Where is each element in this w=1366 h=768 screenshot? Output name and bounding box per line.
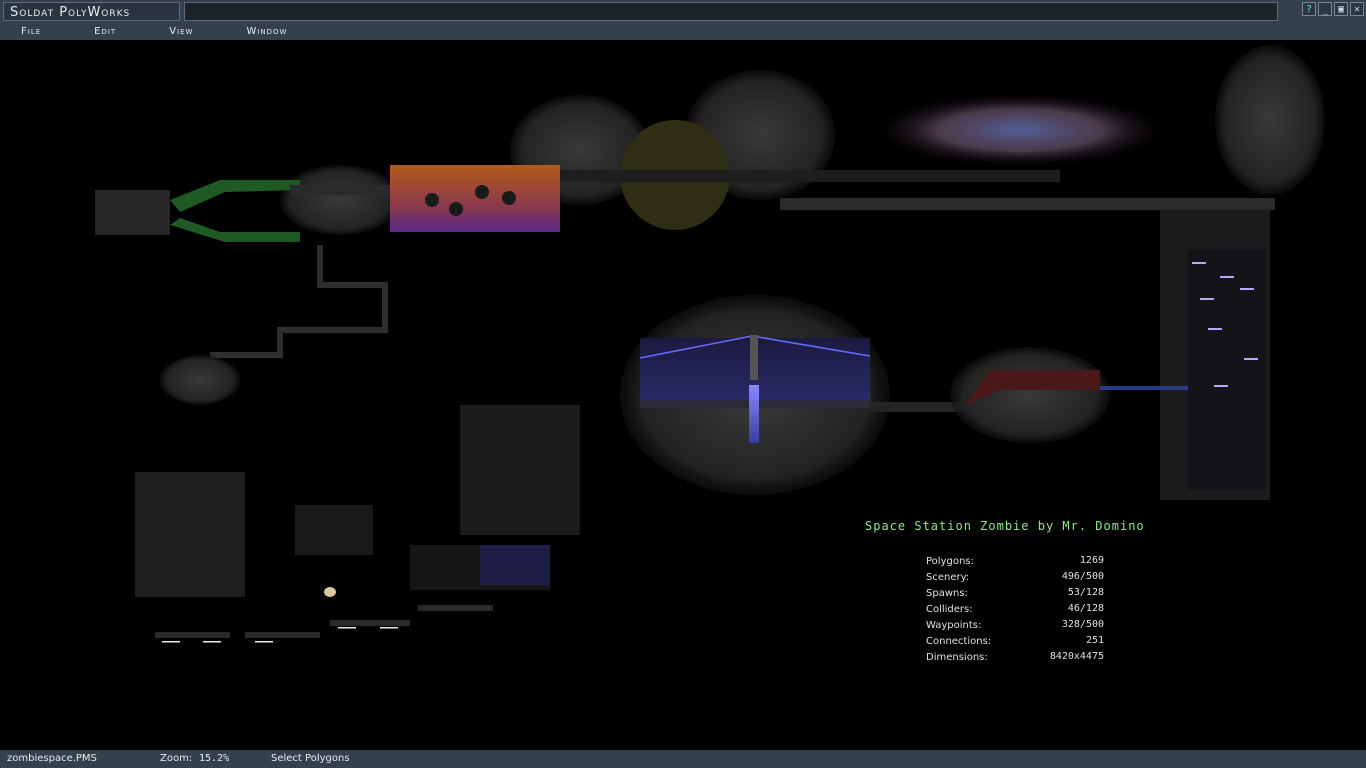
hanging-bomb <box>449 202 463 216</box>
hall-pillar <box>750 335 758 380</box>
pad-light <box>162 641 180 643</box>
map-title: Space Station Zombie by Mr. Domino <box>865 519 1145 533</box>
pad-light <box>255 641 273 643</box>
stat-row: Polygons: 1269 <box>926 554 1106 570</box>
stat-value: 251 <box>1085 635 1104 646</box>
ship-hull <box>95 190 170 235</box>
stat-row: Dimensions: 8420x4475 <box>926 650 1106 666</box>
hanging-bomb <box>475 185 489 199</box>
tower-shaft <box>1188 250 1266 490</box>
blue-pool <box>480 545 550 585</box>
landing-pad <box>155 632 230 638</box>
landing-pad <box>418 605 493 611</box>
corridor <box>290 185 390 195</box>
tower-light <box>1244 358 1258 360</box>
stat-value: 53/128 <box>1067 587 1104 598</box>
menu-window[interactable]: Window <box>246 24 287 40</box>
close-icon[interactable]: ✕ <box>1350 2 1364 16</box>
menu-edit[interactable]: Edit <box>94 24 116 40</box>
stat-row: Scenery: 496/500 <box>926 570 1106 586</box>
tower-light <box>1208 328 1222 330</box>
landing-pad <box>245 632 320 638</box>
stat-label: Polygons: <box>926 556 974 567</box>
status-file-name: zombiespace.PMS <box>7 753 97 764</box>
help-icon[interactable]: ? <box>1302 2 1316 16</box>
blue-pipe <box>1100 386 1188 390</box>
menu-view[interactable]: View <box>169 24 193 40</box>
stat-label: Scenery: <box>926 572 970 583</box>
rock-pod <box>160 355 240 405</box>
rock-mass <box>1215 45 1325 195</box>
stat-value: 1269 <box>1079 555 1104 566</box>
stat-value: 8420x4475 <box>1049 651 1104 662</box>
tower-light <box>1214 385 1228 387</box>
title-bar: Soldat PolyWorks ? _ ▣ ✕ <box>0 0 1366 24</box>
app-title: Soldat PolyWorks <box>3 2 180 21</box>
status-zoom-label: Zoom: <box>160 753 193 764</box>
capsule-wall <box>135 472 245 597</box>
pad-light <box>338 627 356 629</box>
menu-file[interactable]: File <box>21 24 41 40</box>
tower-light <box>1192 262 1206 264</box>
energy-beam <box>749 385 759 443</box>
status-bar: zombiespace.PMS Zoom: 15.2% Select Polyg… <box>0 750 1366 768</box>
stat-value: 496/500 <box>1061 571 1104 582</box>
map-viewport[interactable]: Space Station Zombie by Mr. Domino Polyg… <box>0 40 1366 750</box>
status-zoom-value: 15.2% <box>199 753 230 764</box>
stat-row: Colliders: 46/128 <box>926 602 1106 618</box>
rock-mass <box>280 165 400 235</box>
stat-value: 46/128 <box>1067 603 1104 614</box>
minimize-icon[interactable]: _ <box>1318 2 1332 16</box>
landing-pad <box>330 620 410 626</box>
orange-room <box>390 165 560 232</box>
corridor <box>560 170 1060 182</box>
lower-room <box>295 505 373 555</box>
nebula-cloud <box>870 92 1170 168</box>
hanging-bomb <box>502 191 516 205</box>
stat-row: Waypoints: 328/500 <box>926 618 1106 634</box>
stat-value: 328/500 <box>1061 619 1104 630</box>
window-controls: ? _ ▣ ✕ <box>1302 2 1364 16</box>
stat-label: Dimensions: <box>926 652 988 663</box>
tower-light <box>1240 288 1254 290</box>
ship-claw <box>170 218 300 242</box>
pad-light <box>380 627 398 629</box>
stat-label: Colliders: <box>926 604 973 615</box>
pipe <box>210 245 388 358</box>
stat-row: Connections: 251 <box>926 634 1106 650</box>
title-strip <box>184 2 1278 21</box>
pad-light <box>203 641 221 643</box>
menu-bar: File Edit View Window <box>0 24 1366 40</box>
hanging-bomb <box>425 193 439 207</box>
stat-label: Waypoints: <box>926 620 982 631</box>
maximize-icon[interactable]: ▣ <box>1334 2 1348 16</box>
stat-label: Spawns: <box>926 588 968 599</box>
status-active-tool: Select Polygons <box>271 753 350 764</box>
planet <box>324 587 336 597</box>
tower-light <box>1220 276 1234 278</box>
map-stats: Polygons: 1269 Scenery: 496/500 Spawns: … <box>926 554 1106 666</box>
stat-label: Connections: <box>926 636 992 647</box>
tower-light <box>1200 298 1214 300</box>
station-deck <box>780 198 1275 210</box>
stat-row: Spawns: 53/128 <box>926 586 1106 602</box>
map-canvas[interactable] <box>0 40 1366 750</box>
lower-room <box>460 405 580 535</box>
